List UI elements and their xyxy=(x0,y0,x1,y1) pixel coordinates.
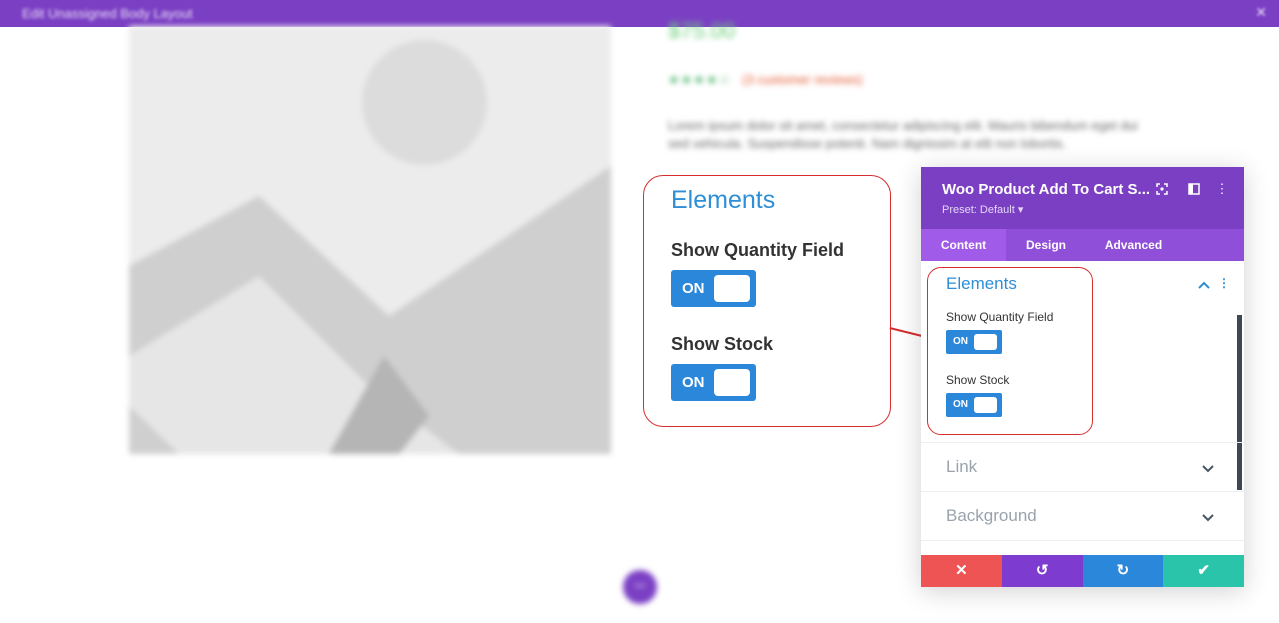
preset-dropdown[interactable]: Preset: Default ▾ xyxy=(942,203,1023,216)
panel-tabs: Content Design Advanced xyxy=(921,229,1244,261)
section-divider xyxy=(921,442,1244,443)
toggle-show-quantity-field[interactable]: ON xyxy=(946,330,1002,354)
callout-label-quantity: Show Quantity Field xyxy=(671,240,845,260)
tab-content[interactable]: Content xyxy=(921,229,1006,261)
close-icon: ✕ xyxy=(955,562,968,579)
undo-icon: ↺ xyxy=(1035,562,1049,579)
panel-scrollbar[interactable] xyxy=(1237,315,1242,490)
rating-stars: ★★★★☆ xyxy=(668,72,732,87)
save-button[interactable]: ✔ xyxy=(1163,555,1244,587)
label-show-stock: Show Stock xyxy=(946,373,1010,387)
callout-toggle-stock: ON xyxy=(671,364,756,401)
chevron-down-icon[interactable] xyxy=(1202,462,1214,476)
product-description: Lorem ipsum dolor sit amet, consectetur … xyxy=(668,118,1138,151)
section-more-icon[interactable]: ⋮ xyxy=(1218,276,1230,290)
chevron-down-icon[interactable] xyxy=(1202,511,1214,525)
toggle-knob xyxy=(974,397,997,413)
redo-button[interactable]: ↻ xyxy=(1082,555,1164,587)
toggle-state-label: ON xyxy=(682,280,705,297)
split-view-icon[interactable] xyxy=(1187,182,1201,196)
tab-design[interactable]: Design xyxy=(1006,229,1086,261)
chevron-up-icon[interactable] xyxy=(1198,278,1210,292)
toggle-state-label: ON xyxy=(682,374,705,391)
section-elements-title[interactable]: Elements xyxy=(946,274,1017,294)
product-image-placeholder xyxy=(129,26,611,454)
module-settings-panel: Woo Product Add To Cart S... Preset: Def… xyxy=(921,167,1244,587)
zoom-callout: Elements Show Quantity Field ON Show Sto… xyxy=(643,175,891,427)
section-link-title[interactable]: Link xyxy=(946,457,977,477)
section-background-title[interactable]: Background xyxy=(946,506,1037,526)
section-divider xyxy=(921,491,1244,492)
panel-header: Woo Product Add To Cart S... Preset: Def… xyxy=(921,167,1244,229)
undo-button[interactable]: ↺ xyxy=(1001,555,1083,587)
cancel-button[interactable]: ✕ xyxy=(921,555,1002,587)
callout-title: Elements xyxy=(671,186,776,214)
toggle-state-label: ON xyxy=(953,336,968,347)
toggle-knob xyxy=(714,275,750,302)
toggle-knob xyxy=(714,369,750,396)
more-options-icon[interactable]: ⋮ xyxy=(1215,182,1229,196)
callout-toggle-quantity: ON xyxy=(671,270,756,307)
callout-label-stock: Show Stock xyxy=(671,334,774,354)
add-module-button[interactable]: ••• xyxy=(623,570,657,604)
redo-icon: ↻ xyxy=(1116,562,1130,579)
fullscreen-icon[interactable] xyxy=(1155,182,1169,196)
more-icon: ••• xyxy=(634,581,646,592)
placeholder-mountains xyxy=(129,166,611,454)
panel-action-bar: ✕ ↺ ↻ ✔ xyxy=(921,555,1244,587)
section-divider xyxy=(921,540,1244,541)
toggle-state-label: ON xyxy=(953,399,968,410)
panel-title: Woo Product Add To Cart S... xyxy=(942,181,1151,198)
check-icon: ✔ xyxy=(1197,562,1210,579)
reviews-link[interactable]: (3 customer reviews) xyxy=(742,72,863,87)
product-price: $75.00 xyxy=(668,18,736,43)
toggle-show-stock[interactable]: ON xyxy=(946,393,1002,417)
label-show-quantity-field: Show Quantity Field xyxy=(946,310,1054,324)
tab-advanced[interactable]: Advanced xyxy=(1086,229,1181,261)
toggle-knob xyxy=(974,334,997,350)
